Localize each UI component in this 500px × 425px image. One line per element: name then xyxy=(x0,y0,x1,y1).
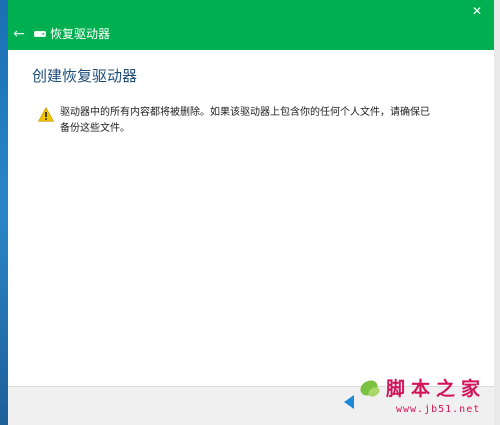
watermark-brand: 脚本之家 xyxy=(386,378,487,400)
next-arrow-icon[interactable] xyxy=(344,395,354,409)
recovery-drive-window: ✕ ← 恢复驱动器 创建恢复驱动器 驱动器中的所有内容都将被删除。如果该驱动器上… xyxy=(0,0,500,425)
watermark: 脚本之家 www.jb51.net xyxy=(356,370,496,422)
drive-icon xyxy=(34,31,46,37)
close-icon[interactable]: ✕ xyxy=(468,2,486,20)
warning-message: 驱动器中的所有内容都将被删除。如果该驱动器上包含你的任何个人文件，请确保已备份这… xyxy=(60,107,430,134)
leaf-logo-icon xyxy=(360,380,380,397)
title-bar: ✕ ← 恢复驱动器 xyxy=(8,0,494,50)
warning-icon xyxy=(38,107,54,122)
page-title: 创建恢复驱动器 xyxy=(32,67,138,85)
desktop-wallpaper xyxy=(0,0,8,425)
back-arrow-icon[interactable]: ← xyxy=(12,26,26,42)
watermark-url: www.jb51.net xyxy=(396,404,481,415)
window-title: 恢复驱动器 xyxy=(50,27,111,41)
window-border xyxy=(494,0,500,425)
